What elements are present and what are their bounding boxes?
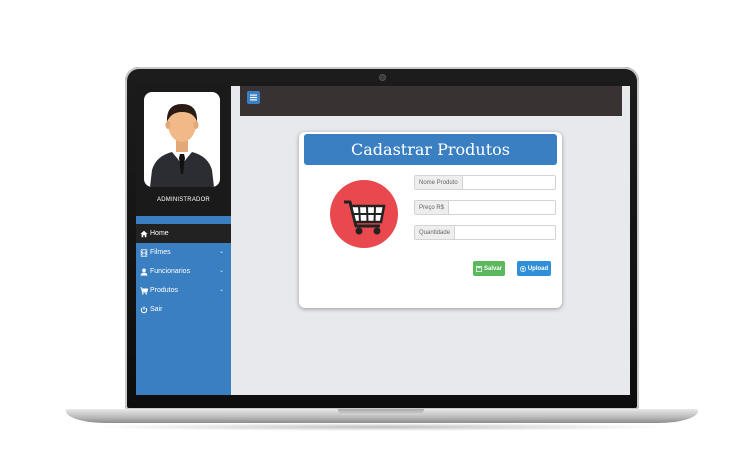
product-name-field: Nome Produto [414,175,556,190]
sidebar-item-label: Funcionarios [150,268,191,275]
price-field: Preço R$ [414,200,556,215]
shopping-cart-icon [344,200,386,235]
quantity-input[interactable] [455,226,555,239]
user-icon [140,268,148,276]
field-label: Nome Produto [415,176,463,189]
form-title: Cadastrar Produtos [304,134,557,165]
sidebar-item-label: Filmes [150,249,171,256]
chevron-down-icon: ⌄ [218,287,224,293]
sidebar-item-label: Home [150,230,169,237]
save-icon [475,265,482,272]
sidebar: ADMINISTRADOR Home Filmes ⌄ Funcionarios… [136,86,231,395]
menu-toggle-button[interactable] [247,91,260,104]
webcam [380,75,385,80]
quantity-field: Quantidade [414,225,556,240]
cart-icon [140,286,148,295]
save-button-label: Salvar [483,265,502,272]
sidebar-item-label: Produtos [150,287,179,294]
hamburger-icon [250,94,257,101]
field-label: Quantidade [415,226,456,239]
admin-name: ADMINISTRADOR [157,197,210,203]
sidebar-item-home[interactable]: Home [136,224,231,243]
admin-avatar-icon [150,104,214,187]
sidebar-item-sair[interactable]: Sair [136,300,231,319]
home-icon [140,230,148,237]
upload-icon [519,265,526,272]
product-cart-illustration [330,180,398,248]
power-icon [140,305,148,313]
sidebar-item-produtos[interactable]: Produtos ⌄ [136,281,231,300]
avatar [144,92,220,187]
film-icon [140,248,148,257]
chevron-down-icon: ⌄ [218,249,224,255]
sidebar-item-label: Sair [150,306,163,313]
product-form-card: Cadastrar Produtos Nome Produto Preço R$… [299,132,562,308]
sidebar-menu: Home Filmes ⌄ Funcionarios ⌄ Produtos ⌄ … [136,224,231,319]
sidebar-item-filmes[interactable]: Filmes ⌄ [136,243,231,262]
upload-button[interactable]: Upload [517,261,551,276]
save-button[interactable]: Salvar [473,261,505,276]
product-name-input[interactable] [462,176,555,189]
upload-button-label: Upload [527,265,549,272]
chevron-down-icon: ⌄ [218,268,224,274]
sidebar-item-funcionarios[interactable]: Funcionarios ⌄ [136,262,231,281]
laptop-shadow [90,423,674,431]
laptop-notch [338,409,424,415]
profile-panel: ADMINISTRADOR [136,86,231,216]
price-input[interactable] [449,201,555,214]
top-navbar [240,86,622,116]
app-screen: ADMINISTRADOR Home Filmes ⌄ Funcionarios… [136,86,630,395]
field-label: Preço R$ [415,201,450,214]
